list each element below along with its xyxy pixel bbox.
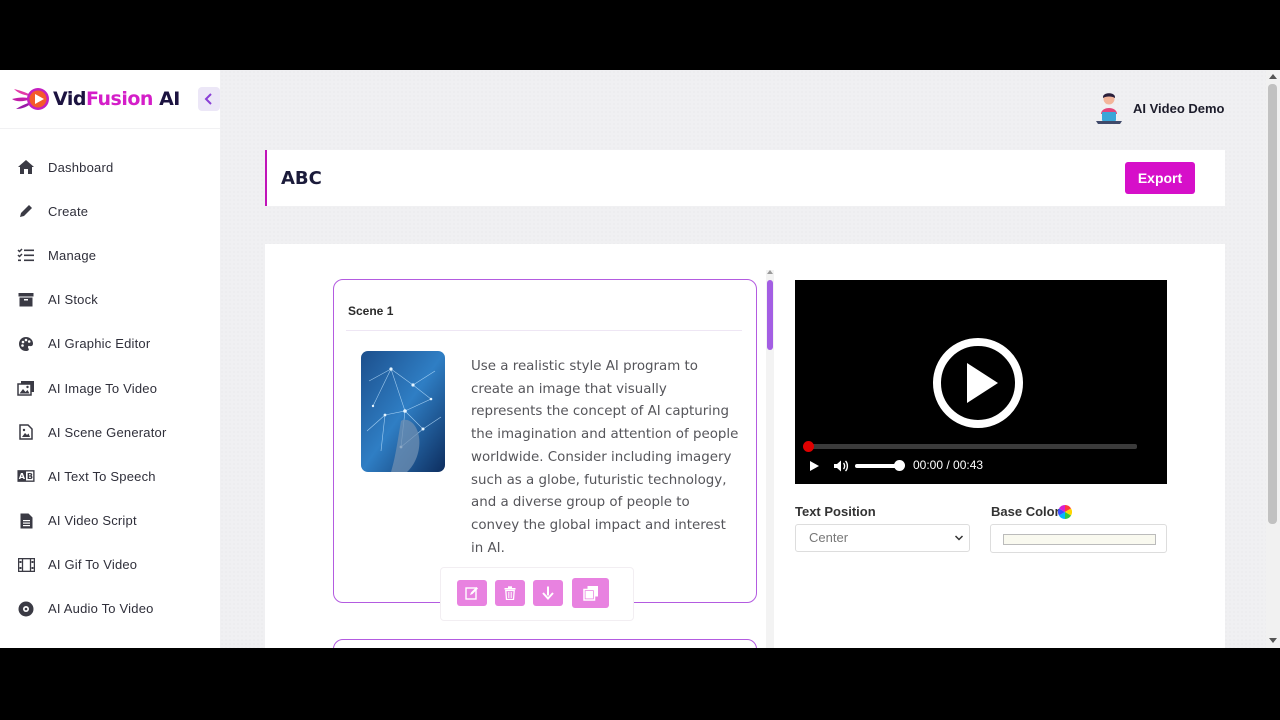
- home-icon: [17, 158, 35, 176]
- color-wheel-icon: [1058, 505, 1072, 519]
- sidebar-item-ai-stock[interactable]: AI Stock: [0, 278, 220, 322]
- base-color-label: Base Color: [991, 504, 1060, 519]
- sidebar-divider: [0, 128, 220, 129]
- chevron-left-icon: [204, 93, 212, 105]
- scene-list-scroll-thumb[interactable]: [767, 280, 773, 350]
- page-scroll-thumb[interactable]: [1268, 84, 1277, 524]
- avatar: [1096, 93, 1122, 124]
- video-player[interactable]: 00:00 / 00:43: [795, 280, 1167, 484]
- page-title: ABC: [281, 168, 322, 189]
- video-progress-bar[interactable]: [807, 444, 1137, 449]
- scene-title: Scene 1: [348, 304, 394, 318]
- text-position-label: Text Position: [795, 504, 876, 519]
- play-circle-icon[interactable]: [932, 335, 1024, 431]
- play-icon[interactable]: [808, 460, 820, 472]
- user-menu[interactable]: AI Video Demo: [1094, 90, 1225, 126]
- duplicate-icon: [582, 586, 598, 601]
- text-position-select[interactable]: Center: [795, 524, 970, 552]
- page-scrollbar[interactable]: [1266, 70, 1280, 648]
- text-position-value: Center: [809, 530, 849, 545]
- video-time: 00:00 / 00:43: [913, 458, 984, 472]
- flame-play-logo-icon: [12, 88, 49, 110]
- sidebar-item-ai-scene-generator[interactable]: AI Scene Generator: [0, 410, 220, 454]
- document-icon: [17, 512, 35, 530]
- volume-icon[interactable]: [833, 459, 849, 473]
- disc-icon: [17, 600, 35, 618]
- project-header: ABC Export: [265, 150, 1225, 206]
- sidebar-item-ai-gif-to-video[interactable]: AI Gif To Video: [0, 543, 220, 587]
- scroll-up-icon[interactable]: [767, 270, 773, 274]
- scene-thumbnail[interactable]: [361, 351, 445, 472]
- trash-icon: [504, 586, 516, 600]
- download-scene-button[interactable]: [533, 580, 563, 606]
- user-name: AI Video Demo: [1133, 100, 1225, 116]
- scene-card-next[interactable]: [333, 639, 757, 648]
- edit-icon: [465, 587, 478, 600]
- svg-text:B: B: [27, 472, 33, 482]
- svg-text:A: A: [19, 472, 26, 482]
- scene-actions-toolbar: [440, 567, 634, 621]
- sidebar-item-ai-audio-to-video[interactable]: AI Audio To Video: [0, 587, 220, 631]
- sidebar-item-create[interactable]: Create: [0, 189, 220, 233]
- sidebar-item-manage[interactable]: Manage: [0, 233, 220, 277]
- edit-scene-button[interactable]: [457, 580, 487, 606]
- scene-card[interactable]: Scene 1 Use a realistic style AI program…: [333, 279, 757, 621]
- scroll-down-arrow-icon[interactable]: [1269, 638, 1277, 643]
- scene-description[interactable]: Use a realistic style AI program to crea…: [471, 356, 739, 560]
- sidebar-item-ai-text-to-speech[interactable]: AB AI Text To Speech: [0, 454, 220, 498]
- sidebar-item-ai-image-to-video[interactable]: AI Image To Video: [0, 366, 220, 410]
- brand-name: VidFusion AI: [53, 88, 180, 110]
- checklist-icon: [17, 246, 35, 264]
- file-image-icon: [17, 423, 35, 441]
- sidebar-item-dashboard[interactable]: Dashboard: [0, 145, 220, 189]
- text-speech-icon: AB: [17, 467, 35, 485]
- video-progress-handle[interactable]: [803, 441, 814, 452]
- app-window: VidFusion AI Dashboard Create Manage AI …: [0, 70, 1280, 648]
- sidebar-collapse-button[interactable]: [198, 87, 220, 111]
- sidebar-nav: Dashboard Create Manage AI Stock AI Grap…: [0, 145, 220, 631]
- chevron-down-icon: [954, 535, 964, 541]
- base-color-swatch: [1003, 534, 1156, 545]
- sidebar-item-ai-video-script[interactable]: AI Video Script: [0, 499, 220, 543]
- download-icon: [542, 586, 554, 600]
- scene-divider: [346, 330, 742, 331]
- archive-icon: [17, 291, 35, 309]
- sidebar: VidFusion AI Dashboard Create Manage AI …: [0, 70, 220, 648]
- images-icon: [17, 379, 35, 397]
- sidebar-item-ai-graphic-editor[interactable]: AI Graphic Editor: [0, 322, 220, 366]
- scroll-up-arrow-icon[interactable]: [1269, 74, 1277, 79]
- delete-scene-button[interactable]: [495, 580, 525, 606]
- palette-icon: [17, 335, 35, 353]
- brand-logo[interactable]: VidFusion AI: [12, 82, 192, 116]
- film-icon: [17, 556, 35, 574]
- base-color-picker[interactable]: [990, 524, 1167, 553]
- volume-slider-handle[interactable]: [894, 460, 905, 471]
- export-button[interactable]: Export: [1125, 162, 1195, 194]
- pencil-icon: [17, 202, 35, 220]
- scene-list-scrollbar[interactable]: [766, 270, 774, 648]
- duplicate-scene-button[interactable]: [572, 578, 609, 608]
- editor-panel: Scene 1 Use a realistic style AI program…: [265, 244, 1225, 648]
